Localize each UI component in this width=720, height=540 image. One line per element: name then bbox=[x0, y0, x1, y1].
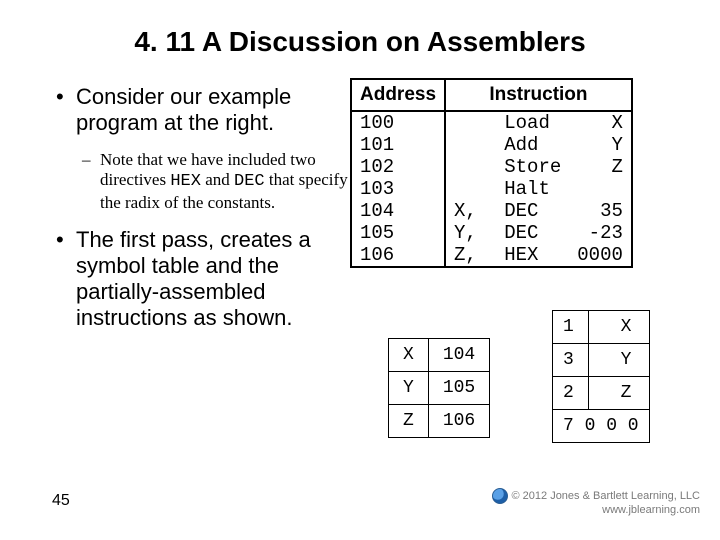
cell-address: 106 bbox=[428, 405, 489, 438]
cell-word: 7 0 0 0 bbox=[553, 410, 650, 443]
cell-arg: 0000 bbox=[569, 244, 631, 266]
copyright: © 2012 Jones & Bartlett Learning, LLC ww… bbox=[492, 488, 701, 518]
publisher-logo-icon bbox=[492, 488, 508, 504]
table-row: 2 Z bbox=[553, 377, 650, 410]
cell-op: DEC bbox=[496, 200, 569, 222]
table-row: Y105 bbox=[389, 372, 490, 405]
cell-arg: Z bbox=[569, 156, 631, 178]
code-hex: HEX bbox=[170, 172, 201, 191]
copyright-line1: © 2012 Jones & Bartlett Learning, LLC bbox=[512, 490, 701, 502]
cell-op: Load bbox=[496, 112, 569, 134]
page-number: 45 bbox=[52, 492, 70, 510]
cell-operand: Z bbox=[589, 377, 650, 410]
cell-operand: Y bbox=[589, 344, 650, 377]
table-row: 103 Halt bbox=[352, 178, 631, 200]
col-address: Address bbox=[352, 80, 446, 112]
cell-arg: Y bbox=[569, 134, 631, 156]
bullet-2: The first pass, creates a symbol table a… bbox=[56, 227, 356, 331]
cell-op: Halt bbox=[496, 178, 569, 200]
copyright-line2: www.jblearning.com bbox=[602, 504, 700, 516]
table-row: 106Z, HEX 0000 bbox=[352, 244, 631, 266]
cell-addr: 104 bbox=[352, 200, 446, 222]
cell-address: 104 bbox=[428, 339, 489, 372]
cell-label bbox=[446, 112, 496, 134]
table-row: X104 bbox=[389, 339, 490, 372]
cell-opcode: 3 bbox=[553, 344, 589, 377]
cell-symbol: Z bbox=[389, 405, 429, 438]
table-row: 3 Y bbox=[553, 344, 650, 377]
bullet-1-sub: Note that we have included two directive… bbox=[82, 150, 356, 213]
table-row: 1 X bbox=[553, 311, 650, 344]
cell-label: X, bbox=[446, 200, 496, 222]
table-row: 101 Add Y bbox=[352, 134, 631, 156]
table-row: 102 Store Z bbox=[352, 156, 631, 178]
cell-operand: X bbox=[589, 311, 650, 344]
table-header-row: Address Instruction bbox=[352, 80, 631, 112]
table-row: 100 Load X bbox=[352, 112, 631, 134]
partial-assembly-table: 1 X 3 Y 2 Z 7 0 0 0 bbox=[552, 310, 650, 443]
cell-op: DEC bbox=[496, 222, 569, 244]
cell-label bbox=[446, 134, 496, 156]
table-row: Z106 bbox=[389, 405, 490, 438]
cell-addr: 101 bbox=[352, 134, 446, 156]
cell-arg bbox=[569, 178, 631, 200]
code-dec: DEC bbox=[234, 172, 265, 191]
table-row: 105Y, DEC -23 bbox=[352, 222, 631, 244]
cell-label: Z, bbox=[446, 244, 496, 266]
cell-op: Store bbox=[496, 156, 569, 178]
table-row: 7 0 0 0 bbox=[553, 410, 650, 443]
slide: 4. 11 A Discussion on Assemblers Conside… bbox=[0, 0, 720, 540]
text: and bbox=[201, 170, 234, 189]
cell-opcode: 2 bbox=[553, 377, 589, 410]
program-table: Address Instruction 100 Load X 101 Add Y… bbox=[350, 78, 633, 268]
body-text: Consider our example program at the righ… bbox=[56, 84, 356, 345]
cell-symbol: Y bbox=[389, 372, 429, 405]
cell-op: Add bbox=[496, 134, 569, 156]
cell-label: Y, bbox=[446, 222, 496, 244]
cell-addr: 106 bbox=[352, 244, 446, 266]
cell-arg: X bbox=[569, 112, 631, 134]
cell-symbol: X bbox=[389, 339, 429, 372]
cell-opcode: 1 bbox=[553, 311, 589, 344]
slide-title: 4. 11 A Discussion on Assemblers bbox=[0, 26, 720, 58]
cell-label bbox=[446, 178, 496, 200]
cell-addr: 100 bbox=[352, 112, 446, 134]
symbol-table: X104 Y105 Z106 bbox=[388, 338, 490, 438]
cell-address: 105 bbox=[428, 372, 489, 405]
cell-op: HEX bbox=[496, 244, 569, 266]
cell-addr: 105 bbox=[352, 222, 446, 244]
cell-arg: 35 bbox=[569, 200, 631, 222]
cell-arg: -23 bbox=[569, 222, 631, 244]
table-row: 104X, DEC 35 bbox=[352, 200, 631, 222]
cell-addr: 102 bbox=[352, 156, 446, 178]
cell-addr: 103 bbox=[352, 178, 446, 200]
bullet-1: Consider our example program at the righ… bbox=[56, 84, 356, 136]
cell-label bbox=[446, 156, 496, 178]
col-instruction: Instruction bbox=[446, 80, 631, 112]
